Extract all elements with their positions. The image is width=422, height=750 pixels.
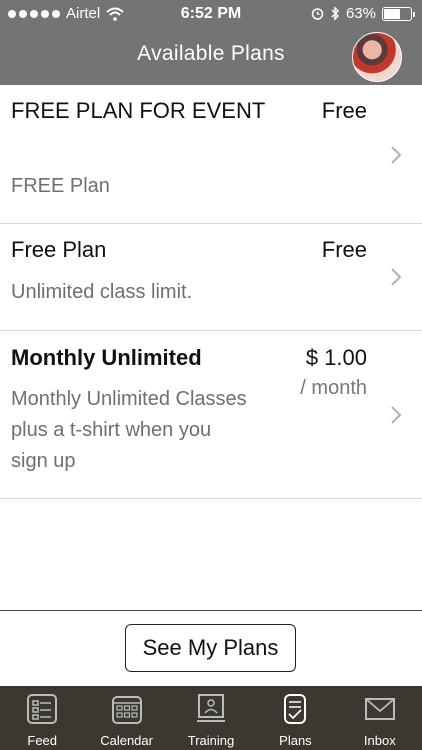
plan-price: Free: [321, 98, 367, 123]
chevron-right-icon: [391, 146, 402, 164]
tab-label: Inbox: [363, 733, 396, 748]
tab-label: Training: [187, 733, 235, 748]
plan-item-free-event[interactable]: FREE PLAN FOR EVENT Free FREE Plan: [0, 85, 422, 224]
plan-price: Free: [321, 237, 367, 262]
tab-plans[interactable]: Plans: [253, 686, 337, 750]
plan-period: / month: [300, 377, 367, 399]
tab-label: Plans: [279, 733, 312, 748]
plan-list: FREE PLAN FOR EVENT Free FREE Plan Free …: [0, 85, 422, 499]
chevron-right-icon: [391, 268, 402, 286]
battery-icon: [382, 6, 415, 21]
bluetooth-icon: [331, 6, 340, 21]
divider: [0, 610, 422, 611]
plan-name: FREE PLAN FOR EVENT: [11, 98, 266, 123]
tab-training[interactable]: Training: [169, 686, 253, 750]
tab-label: Calendar: [100, 733, 153, 748]
chevron-right-icon: [391, 406, 402, 424]
header: Airtel 6:52 PM 63% Available Plans: [0, 0, 422, 85]
training-icon: [197, 694, 226, 722]
status-bar: Airtel 6:52 PM 63%: [0, 0, 422, 30]
tab-label: Feed: [27, 733, 58, 748]
plan-description: Monthly Unlimited Classes plus a t-shirt…: [11, 388, 247, 472]
avatar[interactable]: [352, 32, 402, 82]
plan-item-free-plan[interactable]: Free Plan Free Unlimited class limit.: [0, 224, 422, 331]
alarm-icon: [311, 8, 324, 20]
plan-item-monthly-unlimited[interactable]: Monthly Unlimited $ 1.00 / month Monthly…: [0, 331, 422, 499]
status-right: 63%: [311, 5, 415, 22]
plans-icon: [284, 694, 307, 724]
tab-inbox[interactable]: Inbox: [338, 686, 422, 750]
feed-icon: [27, 694, 58, 724]
tab-feed[interactable]: Feed: [0, 686, 84, 750]
plan-name: Monthly Unlimited: [11, 345, 202, 370]
battery-percent: 63%: [345, 5, 376, 22]
inbox-icon: [364, 698, 395, 720]
plan-price: $ 1.00: [305, 345, 367, 370]
see-my-plans-button[interactable]: See My Plans: [125, 624, 296, 672]
tab-bar: Feed Calendar Training Plans Inbox: [0, 686, 422, 750]
plan-description: FREE Plan: [11, 175, 110, 197]
plan-description: Unlimited class limit.: [11, 281, 193, 303]
calendar-icon: [111, 696, 142, 724]
battery-level: [384, 8, 400, 19]
tab-calendar[interactable]: Calendar: [84, 686, 168, 750]
plan-name: Free Plan: [11, 237, 107, 262]
